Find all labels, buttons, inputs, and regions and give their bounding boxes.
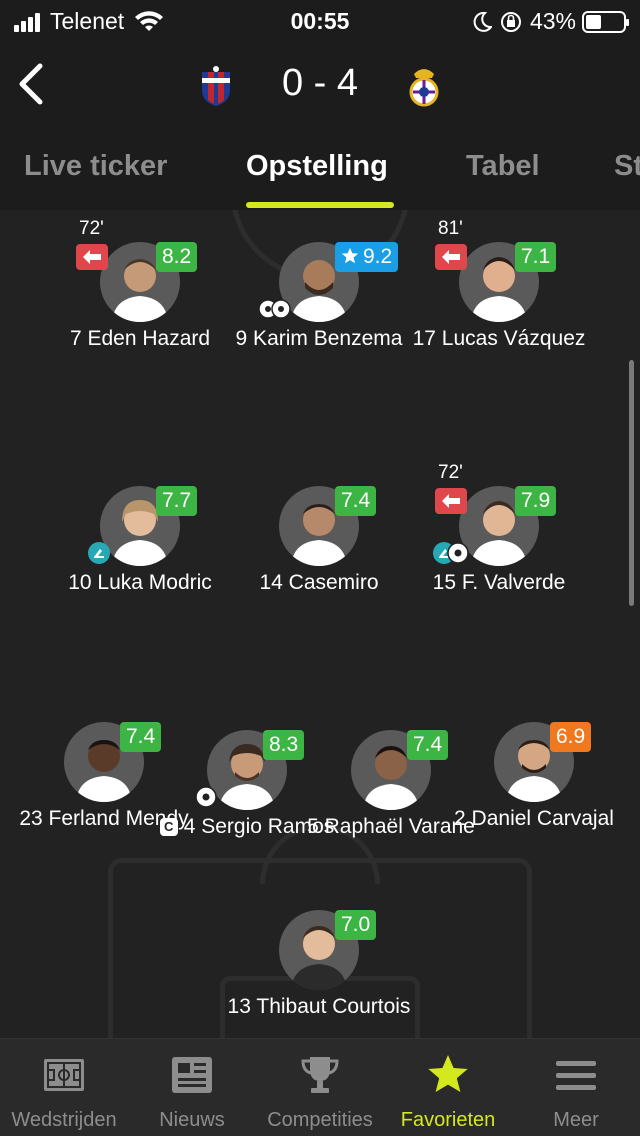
battery-icon [582,10,629,33]
player-name: 17 Lucas Vázquez [412,327,586,350]
nav-wedstrijden[interactable]: Wedstrijden [0,1039,128,1136]
battery-percent: 43% [529,8,576,34]
player-rating: 7.4 [335,486,377,516]
rotation-lock-icon [500,11,521,32]
player-rating: 8.3 [263,730,305,760]
tab-bar: Live ticker Opstelling Tabel St [0,132,640,210]
sub-time: 81' [438,218,463,239]
player-name: 2 Daniel Carvajal [454,807,614,830]
player-rating: 7.1 [515,242,557,272]
eibar-crest-icon[interactable] [196,64,236,108]
sub-time: 72' [438,462,463,483]
player-name: 15 F. Valverde [432,571,566,594]
nav-label: Competities [267,1109,373,1131]
match-header: 0 - 4 [0,42,640,132]
substitution-out-icon [76,244,108,270]
nav-meer[interactable]: Meer [512,1039,640,1136]
scrollbar[interactable] [629,360,634,606]
goal-ball-icon [447,542,469,564]
lineup-pitch: 72' 8.2 7 Eden Hazard 9.2 9 Karim Benzem… [0,210,640,1038]
newspaper-icon [172,1057,212,1093]
active-tab-indicator [246,202,394,208]
tab-opstelling[interactable]: Opstelling [246,150,388,183]
player-rating: 6.9 [550,722,592,752]
player-rating: 7.4 [120,722,162,752]
player-rating: 9.2 [335,242,399,272]
bottom-navigation: Wedstrijden Nieuws Competities Favoriete… [0,1038,640,1136]
status-right: 43% [472,8,629,35]
player-rating: 7.9 [515,486,557,516]
man-of-the-match-star-icon [341,247,359,264]
pitch-icon [44,1059,84,1091]
nav-label: Nieuws [159,1109,225,1131]
player-name: 9 Karim Benzema [235,327,403,350]
menu-icon [556,1061,596,1090]
player-rating-value: 9.2 [363,245,393,268]
player-name: 7 Eden Hazard [69,327,211,350]
trophy-icon [301,1057,339,1093]
real-madrid-crest-icon[interactable] [404,64,444,108]
goal-ball-icon [195,786,217,808]
nav-label: Wedstrijden [11,1109,117,1131]
nav-competities[interactable]: Competities [256,1039,384,1136]
star-icon [428,1055,468,1092]
player-rating: 7.4 [407,730,449,760]
player-rating: 8.2 [156,242,198,272]
tab-live-ticker[interactable]: Live ticker [24,150,167,183]
sub-time: 72' [79,218,104,239]
nav-favorieten[interactable]: Favorieten [384,1039,512,1136]
moon-icon [473,11,492,32]
tab-tabel[interactable]: Tabel [466,150,540,183]
player-name: 10 Luka Modric [68,571,212,594]
two-goals-icon [258,299,291,319]
tab-statistics[interactable]: St [614,150,640,183]
status-bar: Telenet 00:55 43% [0,0,640,42]
substitution-out-icon [435,244,467,270]
player-rating: 7.7 [156,486,198,516]
nav-nieuws[interactable]: Nieuws [128,1039,256,1136]
substitution-out-icon [435,488,467,514]
back-button[interactable] [12,62,52,106]
nav-label: Meer [553,1109,599,1131]
player-name: 13 Thibaut Courtois [227,995,411,1018]
match-score: 0 - 4 [281,62,359,104]
player-name: 14 Casemiro [259,571,379,594]
player-rating: 7.0 [335,910,377,940]
assist-boot-icon [88,542,110,564]
nav-label: Favorieten [400,1109,496,1131]
captain-icon: C [159,818,178,836]
